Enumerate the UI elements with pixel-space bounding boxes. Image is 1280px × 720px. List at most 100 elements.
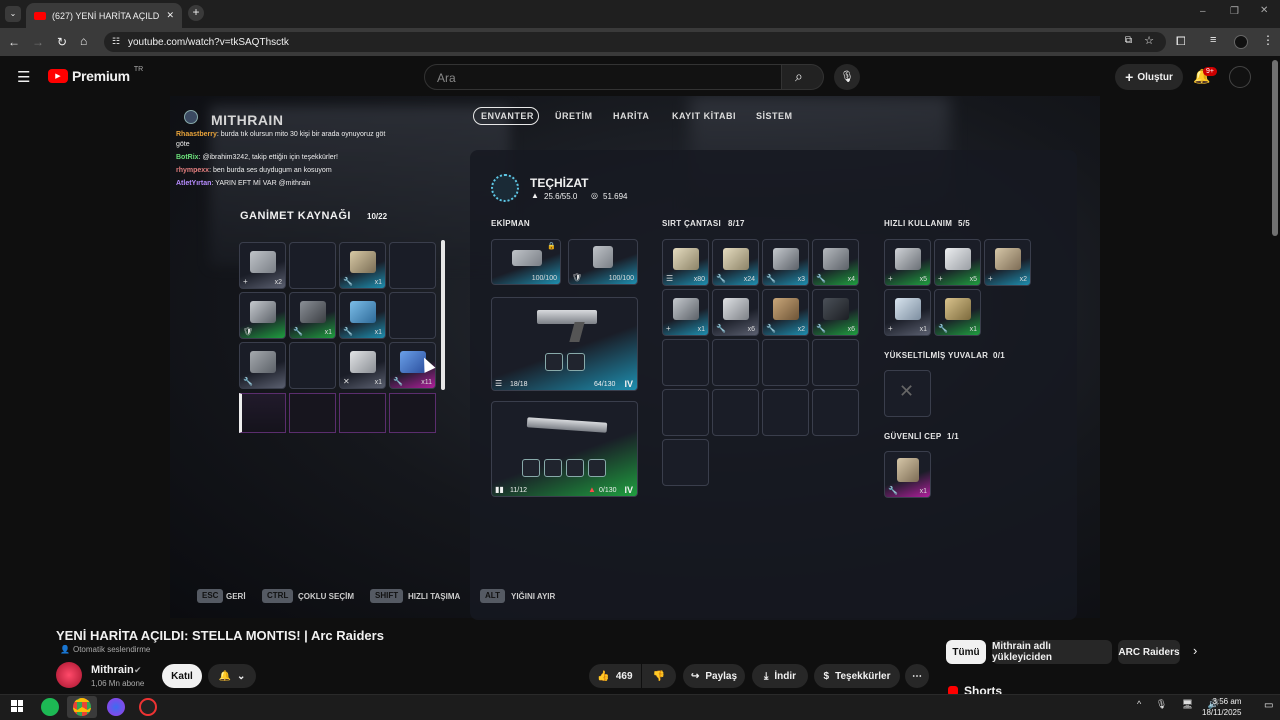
show-desktop[interactable]: ▭ xyxy=(1264,700,1273,711)
tab-kayit-kitabi[interactable]: KAYIT KİTABI xyxy=(672,111,736,121)
backpack-slot[interactable]: 🔧 x6 xyxy=(812,289,859,336)
install-app-icon[interactable]: ⧉ xyxy=(1125,35,1132,46)
minimize-window-icon[interactable]: – xyxy=(1200,6,1206,17)
quick-use-slot[interactable]: + x2 xyxy=(984,239,1031,286)
backpack-slot[interactable]: + x1 xyxy=(662,289,709,336)
youtube-logo[interactable]: ▶ Premium TR xyxy=(48,66,143,84)
backpack-slot-empty[interactable] xyxy=(712,339,759,386)
download-button[interactable]: ⤓ İndir xyxy=(752,664,808,688)
more-actions-button[interactable]: ⋯ xyxy=(905,664,929,688)
loot-slot[interactable]: 🔧 x1 xyxy=(339,242,386,289)
chip-arc-raiders[interactable]: ARC Raiders xyxy=(1118,640,1180,664)
create-button[interactable]: + Oluştur xyxy=(1115,64,1183,90)
thanks-button[interactable]: $ Teşekkürler xyxy=(814,664,900,688)
spotify-icon[interactable] xyxy=(41,698,59,716)
join-button[interactable]: Katıl xyxy=(162,664,202,688)
page-scrollbar[interactable] xyxy=(1272,60,1278,236)
backpack-slot-empty[interactable] xyxy=(662,389,709,436)
loot-slot-partial[interactable] xyxy=(289,393,336,433)
app-icon[interactable] xyxy=(139,698,157,716)
quick-use-slot[interactable]: + x5 xyxy=(884,239,931,286)
upgrade-slot[interactable]: ✕ xyxy=(884,370,931,417)
loot-slot[interactable]: 🔧 x1 xyxy=(339,292,386,339)
loot-slot[interactable] xyxy=(389,292,436,339)
weapon-slot-1[interactable]: ☰ 18/18 64/130 IV xyxy=(491,297,638,391)
backpack-slot-empty[interactable] xyxy=(812,389,859,436)
dislike-button[interactable]: 👎 xyxy=(642,664,676,688)
bookmark-star-icon[interactable]: ☆ xyxy=(1144,34,1154,47)
profile-avatar[interactable] xyxy=(1234,35,1248,49)
loot-slot[interactable]: 🛡 xyxy=(239,292,286,339)
loot-slot-partial[interactable] xyxy=(339,393,386,433)
loot-slot-partial[interactable] xyxy=(389,393,436,433)
media-controls-icon[interactable]: ≡ xyxy=(1210,34,1216,46)
backpack-slot[interactable]: 🔧 x3 xyxy=(762,239,809,286)
backpack-slot-empty[interactable] xyxy=(662,339,709,386)
home-icon[interactable]: ⌂ xyxy=(80,34,87,48)
loot-slot-partial[interactable] xyxy=(239,393,286,433)
loot-slot[interactable]: + x2 xyxy=(239,242,286,289)
attachment-slot[interactable] xyxy=(545,353,563,371)
search-button[interactable]: ⌕ xyxy=(782,64,824,90)
browser-tab[interactable]: (627) YENİ HARİTA AÇILDI: STE ✕ xyxy=(26,3,182,28)
chip-all[interactable]: Tümü xyxy=(946,640,986,664)
attachment-slot[interactable] xyxy=(544,459,562,477)
reload-icon[interactable]: ↻ xyxy=(57,35,67,49)
new-tab-button[interactable]: + xyxy=(188,5,204,21)
account-avatar[interactable] xyxy=(1229,66,1251,88)
clock[interactable]: 3:56 am 18/11/2025 xyxy=(1202,696,1241,718)
close-tab-icon[interactable]: ✕ xyxy=(166,10,174,21)
tab-sistem[interactable]: SİSTEM xyxy=(756,111,793,121)
loot-slot[interactable] xyxy=(389,242,436,289)
address-bar[interactable]: ☷ youtube.com/watch?v=tkSAQThsctk ⧉ ☆ xyxy=(104,32,1166,52)
like-button[interactable]: 👍 469 xyxy=(589,664,641,688)
quick-use-slot[interactable]: + x5 xyxy=(934,239,981,286)
hamburger-menu-icon[interactable]: ☰ xyxy=(17,68,30,86)
attachment-slot[interactable] xyxy=(566,459,584,477)
shield-slot[interactable]: 🛡 100/100 xyxy=(568,239,638,285)
backpack-slot[interactable]: 🔧 x24 xyxy=(712,239,759,286)
channel-avatar[interactable] xyxy=(56,662,82,688)
forward-icon[interactable]: → xyxy=(32,35,44,49)
loot-slot[interactable] xyxy=(289,242,336,289)
backpack-slot-empty[interactable] xyxy=(712,389,759,436)
tab-uretim[interactable]: ÜRETİM xyxy=(555,111,593,121)
tab-harita[interactable]: HARİTA xyxy=(613,111,649,121)
chip-uploader[interactable]: Mithrain adlı yükleyiciden xyxy=(992,640,1112,664)
backpack-slot[interactable]: ☰ x80 xyxy=(662,239,709,286)
backpack-slot[interactable]: 🔧 x2 xyxy=(762,289,809,336)
close-window-icon[interactable]: ✕ xyxy=(1260,5,1268,16)
loot-slot[interactable]: 🔧 xyxy=(239,342,286,389)
safe-pocket-slot[interactable]: 🔧 x1 xyxy=(884,451,931,498)
voice-search-button[interactable]: 🎙 xyxy=(834,64,860,90)
windows-start-icon[interactable] xyxy=(11,700,23,712)
restore-window-icon[interactable]: ❐ xyxy=(1230,6,1239,17)
backpack-slot[interactable]: 🔧 x6 xyxy=(712,289,759,336)
weapon-slot-2[interactable]: ▮▮ 11/12 ▲ 0/130 IV xyxy=(491,401,638,497)
share-button[interactable]: ↪ Paylaş xyxy=(683,664,745,688)
chevron-right-icon[interactable]: › xyxy=(1193,643,1197,658)
attachment-slot[interactable] xyxy=(522,459,540,477)
attachment-slot[interactable] xyxy=(567,353,585,371)
browser-menu-icon[interactable]: ⋮ xyxy=(1262,33,1274,47)
loot-scrollbar[interactable] xyxy=(441,240,445,390)
quick-use-slot[interactable]: 🔧 x1 xyxy=(934,289,981,336)
app-icon[interactable] xyxy=(107,698,125,716)
extensions-icon[interactable]: ⧠ xyxy=(1176,34,1186,49)
search-input[interactable]: Ara xyxy=(424,64,782,90)
site-info-icon[interactable]: ☷ xyxy=(112,36,120,47)
augment-slot[interactable]: 🔒 100/100 xyxy=(491,239,561,285)
backpack-slot[interactable]: 🔧 x4 xyxy=(812,239,859,286)
backpack-slot-empty[interactable] xyxy=(762,389,809,436)
loot-slot[interactable]: 🔧 x1 xyxy=(289,292,336,339)
backpack-slot-empty[interactable] xyxy=(762,339,809,386)
back-icon[interactable]: ← xyxy=(8,35,20,49)
subscribed-button[interactable]: 🔔 ⌄ xyxy=(208,664,256,688)
attachment-slot[interactable] xyxy=(588,459,606,477)
backpack-slot-empty[interactable] xyxy=(662,439,709,486)
loot-slot[interactable]: ✕ x1 xyxy=(339,342,386,389)
backpack-slot-empty[interactable] xyxy=(812,339,859,386)
loot-slot[interactable] xyxy=(289,342,336,389)
quick-use-slot[interactable]: + x1 xyxy=(884,289,931,336)
channel-name[interactable]: Mithrain xyxy=(91,664,134,676)
